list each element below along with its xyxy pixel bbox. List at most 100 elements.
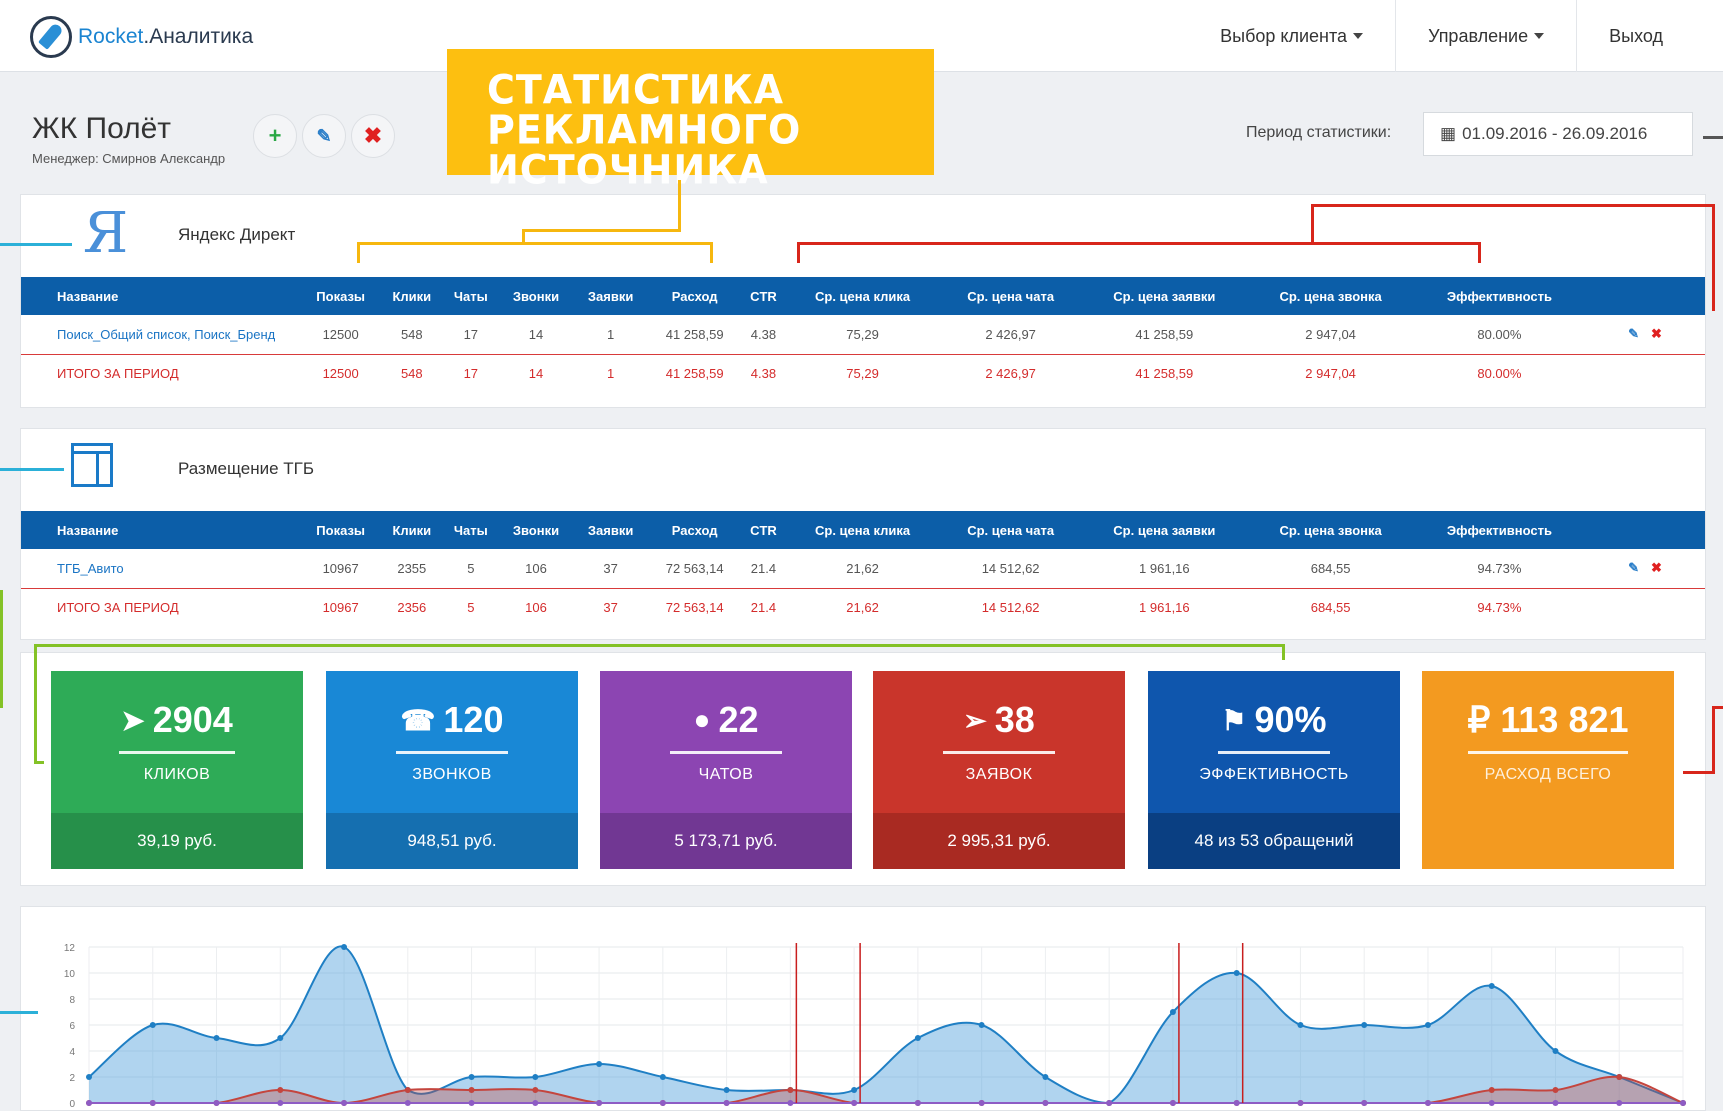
annotation-line-red (1683, 771, 1715, 774)
data-point (468, 1087, 475, 1093)
column-header: Звонки (498, 511, 574, 549)
total-cell: 17 (463, 366, 479, 382)
table-row[interactable]: Поиск_Общий список, Поиск_Бренд 12500 548 1… (21, 315, 1705, 355)
annotation-line-yellow (710, 242, 713, 263)
tile-label: ЗАЯВОК (965, 766, 1033, 783)
table-header-row: Название Показы Клики Чаты Звонки Заявки Расхо… (21, 277, 1705, 315)
table-cell: 2 947,04 (1247, 315, 1414, 355)
table-cell: 72 563,14 (647, 549, 742, 589)
table-cell: 37 (573, 549, 648, 589)
annotation-line-red (1712, 706, 1715, 774)
tile-value: 38 (994, 699, 1035, 740)
data-point (213, 1035, 220, 1041)
column-header: Ср. цена заявки (1081, 277, 1248, 315)
y-tick-label: 4 (69, 1047, 75, 1058)
tile-value: 90% (1254, 699, 1327, 740)
edit-row-icon[interactable]: ✎ (1628, 326, 1639, 341)
tile-footer: 39,19 руб. (51, 813, 303, 869)
delete-row-icon[interactable]: ✖ (1651, 326, 1662, 341)
annotation-line-cyan (0, 1011, 38, 1014)
column-header: Ср. цена заявки (1081, 511, 1248, 549)
source-name: Размещение ТГБ (178, 459, 315, 478)
source-header: Я Яндекс Директ (21, 195, 1705, 275)
total-cell: 1 (606, 366, 615, 382)
delete-row-icon[interactable]: ✖ (1651, 560, 1662, 575)
data-point (213, 1100, 220, 1106)
total-cell: 1 961,16 (1139, 600, 1190, 616)
table-cell: 80.00% (1413, 315, 1585, 355)
annotation-line-red (1478, 242, 1481, 263)
annotation-line-cyan (0, 243, 72, 246)
data-point (914, 1100, 921, 1106)
campaign-name-link[interactable]: ТГБ_Авито (21, 549, 301, 589)
column-header: Клики (380, 277, 444, 315)
tile-label: ЗВОНКОВ (412, 766, 492, 783)
column-header: CTR (741, 277, 786, 315)
total-cell: 75,29 (846, 366, 879, 382)
delete-button[interactable]: ✖ (351, 114, 395, 158)
table-cell: 41 258,59 (1081, 315, 1248, 355)
column-header: Ср. цена клика (785, 511, 940, 549)
column-header: CTR (741, 511, 786, 549)
column-header-actions (1585, 511, 1705, 549)
data-point (277, 1087, 284, 1093)
rocket-logo-icon (30, 16, 72, 58)
activity-area-chart: 0 2 4 6 8 10 12 (64, 943, 1686, 1110)
edit-row-icon[interactable]: ✎ (1628, 560, 1639, 575)
total-cell: ИТОГО ЗА ПЕРИОД (57, 600, 179, 616)
total-cell: 14 (528, 366, 544, 382)
total-cell: 12500 (322, 366, 359, 382)
table-row[interactable]: ТГБ_Авито 10967 2355 5 106 37 72 563,14 21.4 21,… (21, 549, 1705, 589)
total-cell: 4.38 (750, 366, 777, 382)
source-header: Размещение ТГБ (21, 429, 1705, 509)
caret-down-icon (1534, 33, 1545, 39)
brand-logo[interactable]: Rocket.Аналитика (30, 16, 253, 58)
nav-client-select[interactable]: Выбор клиента (1188, 0, 1395, 72)
total-cell: 548 (400, 366, 423, 382)
send-icon: ➢ (963, 704, 987, 736)
column-header: Показы (301, 511, 381, 549)
nav-logout[interactable]: Выход (1576, 0, 1695, 72)
total-cell-empty (1585, 354, 1705, 393)
edit-button[interactable]: ✎ (302, 114, 346, 158)
table-total-row: ИТОГО ЗА ПЕРИОД 10967 2356 5 106 37 72 563,14 2… (21, 588, 1705, 627)
column-header: Заявки (573, 511, 648, 549)
column-header: Клики (380, 511, 444, 549)
data-point (1680, 1100, 1686, 1106)
table-cell: 10967 (301, 549, 381, 589)
calendar-icon: ▦ (1440, 124, 1457, 143)
annotation-line-red (1311, 204, 1715, 207)
data-point (1361, 1100, 1368, 1106)
annotation-line-yellow (522, 229, 525, 243)
data-point (1488, 983, 1495, 989)
table-cell: 1 961,16 (1081, 549, 1248, 589)
tile-calls: ☎ 120 ЗВОНКОВ 948,51 руб. (326, 671, 578, 869)
data-point (1106, 1100, 1113, 1106)
table-cell: 94.73% (1413, 549, 1585, 589)
table-total-row: ИТОГО ЗА ПЕРИОД 12500 548 17 14 1 41 258,59 4.3… (21, 354, 1705, 393)
campaign-name-link[interactable]: Поиск_Общий список, Поиск_Бренд (21, 315, 301, 355)
phone-icon: ☎ (400, 704, 436, 736)
cursor-icon: ➤ (121, 704, 145, 736)
annotation-line-green (34, 761, 44, 764)
table-cell: 5 (443, 549, 499, 589)
data-point (787, 1087, 794, 1093)
tile-footer: 5 173,71 руб. (600, 813, 852, 869)
data-point (1552, 1087, 1559, 1093)
y-tick-label: 0 (69, 1099, 75, 1110)
y-tick-label: 12 (64, 943, 76, 954)
data-point (1552, 1100, 1559, 1106)
period-label: Период статистики: (1246, 124, 1392, 141)
column-header: Ср. цена звонка (1247, 511, 1414, 549)
data-point (978, 1100, 985, 1106)
period-date-range-input[interactable]: ▦ 01.09.2016 - 26.09.2016 (1423, 112, 1693, 156)
total-cell: 106 (525, 600, 547, 616)
project-title: ЖК Полёт (32, 112, 172, 145)
total-cell: 41 258,59 (665, 366, 724, 382)
nav-manage[interactable]: Управление (1395, 0, 1576, 72)
total-cell: 41 258,59 (1135, 366, 1194, 382)
source-name: Яндекс Директ (178, 225, 296, 244)
total-cell: ИТОГО ЗА ПЕРИОД (57, 366, 179, 382)
add-button[interactable]: + (253, 114, 297, 158)
tile-divider (943, 751, 1055, 754)
